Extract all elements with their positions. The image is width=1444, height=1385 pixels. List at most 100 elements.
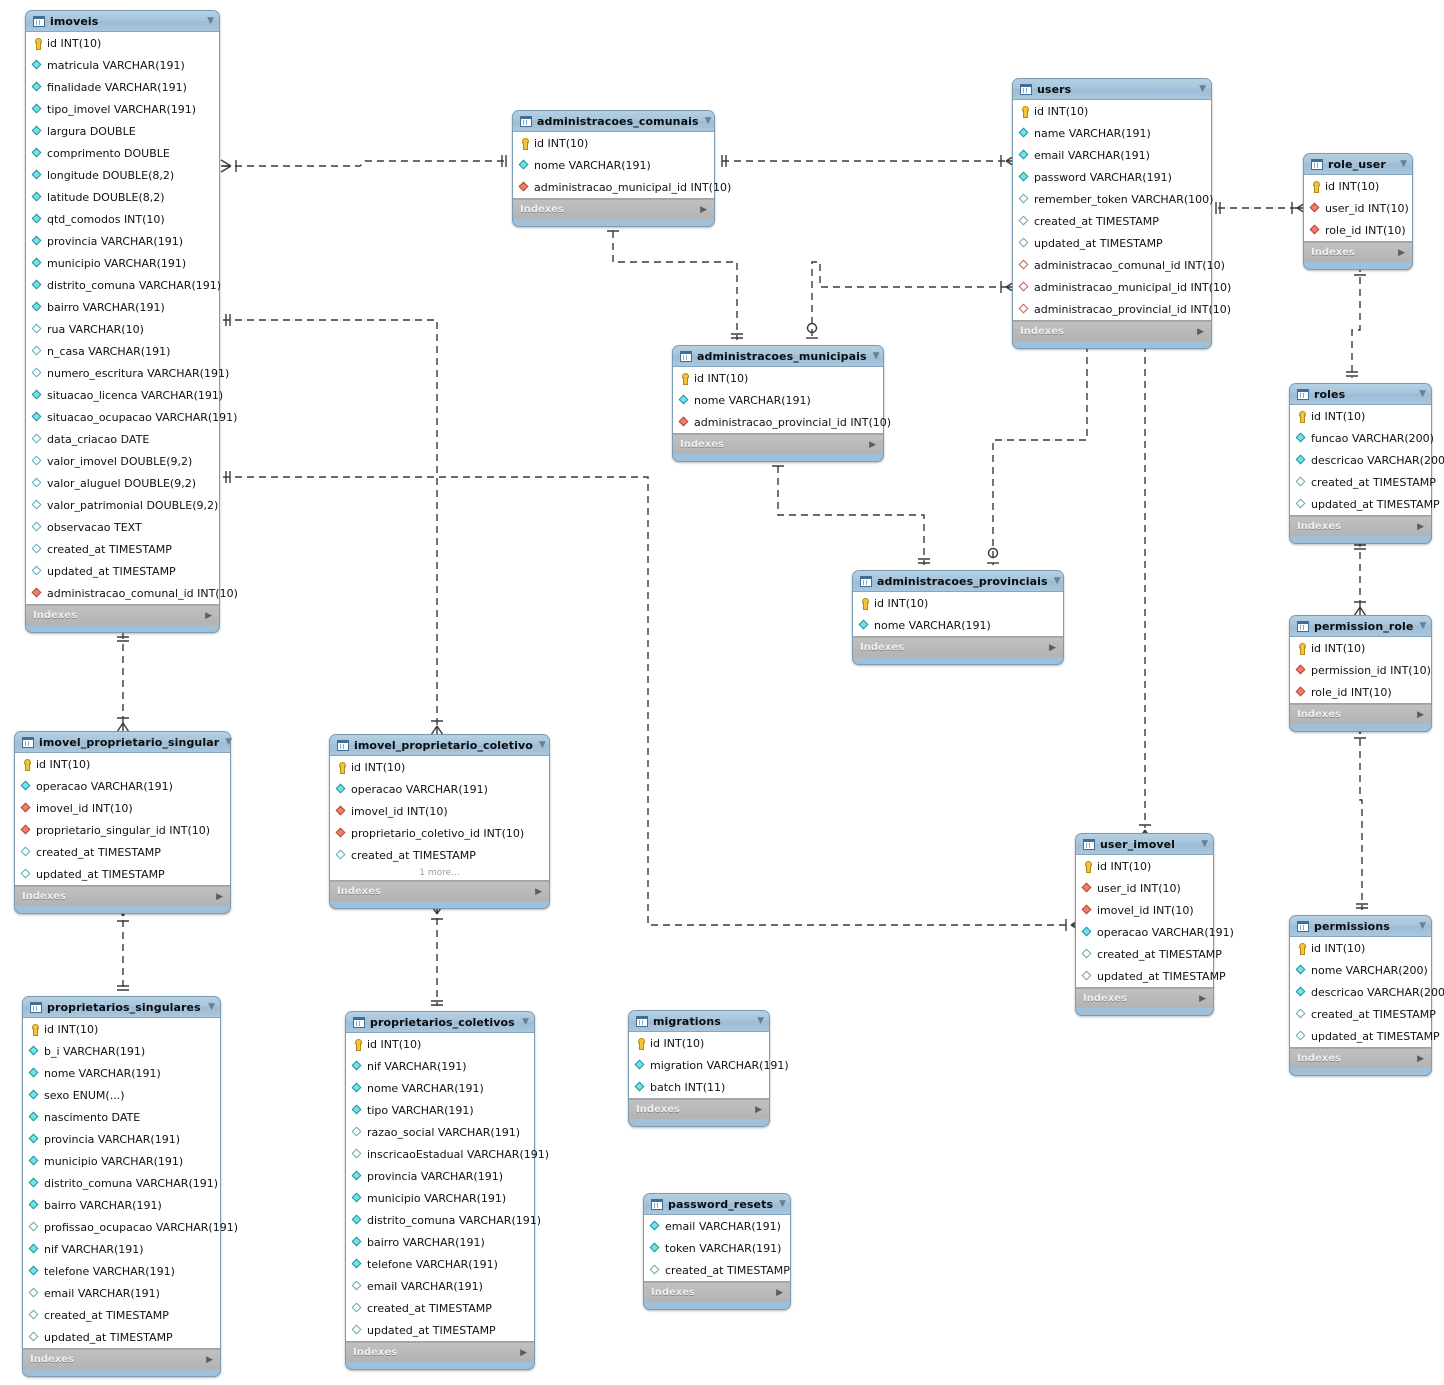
field-row[interactable]: id INT(10) xyxy=(1304,175,1412,197)
field-row[interactable]: email VARCHAR(191) xyxy=(644,1215,790,1237)
field-row[interactable]: b_i VARCHAR(191) xyxy=(23,1040,220,1062)
chevron-down-icon[interactable]: ▼ xyxy=(225,737,232,747)
chevron-down-icon[interactable]: ▼ xyxy=(539,740,546,750)
field-row[interactable]: nome VARCHAR(191) xyxy=(23,1062,220,1084)
chevron-down-icon[interactable]: ▼ xyxy=(1199,84,1206,94)
field-row[interactable]: created_at TIMESTAMP xyxy=(1290,471,1436,493)
field-row[interactable]: id INT(10) xyxy=(15,753,230,775)
chevron-down-icon[interactable]: ▼ xyxy=(1054,576,1061,586)
table-header-password_resets[interactable]: password_resets ▼ xyxy=(644,1194,790,1215)
expand-right-icon[interactable]: ▶ xyxy=(216,892,223,902)
field-row[interactable]: role_id INT(10) xyxy=(1304,219,1412,241)
table-header-proprietarios_singulares[interactable]: proprietarios_singulares ▼ xyxy=(23,997,220,1018)
field-row[interactable]: finalidade VARCHAR(191) xyxy=(26,76,219,98)
field-row[interactable]: administracao_provincial_id INT(10) xyxy=(673,411,891,433)
table-header-administracoes_municipais[interactable]: administracoes_municipais ▼ xyxy=(673,346,883,367)
field-row[interactable]: tipo_imovel VARCHAR(191) xyxy=(26,98,219,120)
indexes-section-migrations[interactable]: Indexes ▶ xyxy=(629,1099,769,1119)
field-row[interactable]: municipio VARCHAR(191) xyxy=(26,252,219,274)
chevron-down-icon[interactable]: ▼ xyxy=(522,1017,529,1027)
field-row[interactable]: sexo ENUM(...) xyxy=(23,1084,220,1106)
field-row[interactable]: remember_token VARCHAR(100) xyxy=(1013,188,1213,210)
field-row[interactable]: permission_id INT(10) xyxy=(1290,659,1431,681)
expand-right-icon[interactable]: ▶ xyxy=(776,1288,783,1298)
expand-right-icon[interactable]: ▶ xyxy=(755,1105,762,1115)
field-row[interactable]: administracao_municipal_id INT(10) xyxy=(513,176,731,198)
field-row[interactable]: nome VARCHAR(191) xyxy=(513,154,714,176)
field-row[interactable]: migration VARCHAR(191) xyxy=(629,1054,789,1076)
field-row[interactable]: created_at TIMESTAMP xyxy=(330,844,549,866)
table-users[interactable]: users ▼ id INT(10) name VARCHAR(191) email V… xyxy=(1012,78,1231,349)
field-row[interactable]: id INT(10) xyxy=(23,1018,220,1040)
field-row[interactable]: matricula VARCHAR(191) xyxy=(26,54,219,76)
expand-right-icon[interactable]: ▶ xyxy=(1417,1054,1424,1064)
field-row[interactable]: administracao_comunal_id INT(10) xyxy=(26,582,238,604)
expand-right-icon[interactable]: ▶ xyxy=(1417,710,1424,720)
field-row[interactable]: bairro VARCHAR(191) xyxy=(346,1231,534,1253)
expand-right-icon[interactable]: ▶ xyxy=(206,1355,213,1365)
chevron-down-icon[interactable]: ▼ xyxy=(1419,389,1426,399)
field-row[interactable]: latitude DOUBLE(8,2) xyxy=(26,186,219,208)
indexes-section-administracoes_municipais[interactable]: Indexes ▶ xyxy=(673,434,883,454)
field-row[interactable]: observacao TEXT xyxy=(26,516,219,538)
chevron-down-icon[interactable]: ▼ xyxy=(1201,839,1208,849)
field-row[interactable]: administracao_municipal_id INT(10) xyxy=(1013,276,1231,298)
field-row[interactable]: updated_at TIMESTAMP xyxy=(1013,232,1211,254)
field-row[interactable]: email VARCHAR(191) xyxy=(23,1282,220,1304)
table-administracoes_comunais[interactable]: administracoes_comunais ▼ id INT(10) nome V… xyxy=(512,110,731,227)
field-row[interactable]: nome VARCHAR(191) xyxy=(853,614,1063,636)
field-row[interactable]: id INT(10) xyxy=(26,32,219,54)
field-row[interactable]: updated_at TIMESTAMP xyxy=(1076,965,1226,987)
field-row[interactable]: updated_at TIMESTAMP xyxy=(26,560,219,582)
chevron-down-icon[interactable]: ▼ xyxy=(779,1199,786,1209)
table-imovel_proprietario_singular[interactable]: imovel_proprietario_singular ▼ id INT(10) o… xyxy=(14,731,232,914)
field-row[interactable]: created_at TIMESTAMP xyxy=(1076,943,1222,965)
field-row[interactable]: longitude DOUBLE(8,2) xyxy=(26,164,219,186)
expand-right-icon[interactable]: ▶ xyxy=(520,1348,527,1358)
table-user_imovel[interactable]: user_imovel ▼ id INT(10) user_id INT(10) imo… xyxy=(1075,833,1234,1016)
table-proprietarios_singulares[interactable]: proprietarios_singulares ▼ id INT(10) b_i V… xyxy=(22,996,238,1377)
table-permission_role[interactable]: permission_role ▼ id INT(10) permission_id … xyxy=(1289,615,1432,732)
field-row[interactable]: provincia VARCHAR(191) xyxy=(23,1128,220,1150)
indexes-section-proprietarios_singulares[interactable]: Indexes ▶ xyxy=(23,1349,220,1369)
field-row[interactable]: nif VARCHAR(191) xyxy=(23,1238,220,1260)
field-row[interactable]: operacao VARCHAR(191) xyxy=(330,778,549,800)
field-row[interactable]: created_at TIMESTAMP xyxy=(23,1304,220,1326)
table-header-permissions[interactable]: permissions ▼ xyxy=(1290,916,1431,937)
table-administracoes_municipais[interactable]: administracoes_municipais ▼ id INT(10) nome… xyxy=(672,345,891,462)
field-row[interactable]: situacao_licenca VARCHAR(191) xyxy=(26,384,223,406)
field-row[interactable]: id INT(10) xyxy=(1290,637,1431,659)
field-row[interactable]: largura DOUBLE xyxy=(26,120,219,142)
field-row[interactable]: administracao_comunal_id INT(10) xyxy=(1013,254,1225,276)
table-header-roles[interactable]: roles ▼ xyxy=(1290,384,1431,405)
indexes-section-user_imovel[interactable]: Indexes ▶ xyxy=(1076,988,1213,1008)
chevron-down-icon[interactable]: ▼ xyxy=(705,116,712,126)
field-row[interactable]: created_at TIMESTAMP xyxy=(346,1297,534,1319)
field-row[interactable]: provincia VARCHAR(191) xyxy=(26,230,219,252)
indexes-section-imoveis[interactable]: Indexes ▶ xyxy=(26,605,219,625)
field-row[interactable]: telefone VARCHAR(191) xyxy=(346,1253,534,1275)
expand-right-icon[interactable]: ▶ xyxy=(700,205,707,215)
expand-right-icon[interactable]: ▶ xyxy=(869,440,876,450)
field-row[interactable]: distrito_comuna VARCHAR(191) xyxy=(346,1209,541,1231)
field-row[interactable]: nome VARCHAR(191) xyxy=(673,389,883,411)
field-row[interactable]: batch INT(11) xyxy=(629,1076,769,1098)
field-row[interactable]: id INT(10) xyxy=(1290,405,1431,427)
field-row[interactable]: n_casa VARCHAR(191) xyxy=(26,340,219,362)
field-row[interactable]: updated_at TIMESTAMP xyxy=(23,1326,220,1348)
indexes-section-roles[interactable]: Indexes ▶ xyxy=(1290,516,1431,536)
field-row[interactable]: provincia VARCHAR(191) xyxy=(346,1165,534,1187)
indexes-section-administracoes_provinciais[interactable]: Indexes ▶ xyxy=(853,637,1063,657)
field-row[interactable]: user_id INT(10) xyxy=(1304,197,1412,219)
field-row[interactable]: bairro VARCHAR(191) xyxy=(23,1194,220,1216)
field-row[interactable]: created_at TIMESTAMP xyxy=(644,1259,790,1281)
field-row[interactable]: municipio VARCHAR(191) xyxy=(23,1150,220,1172)
expand-right-icon[interactable]: ▶ xyxy=(535,887,542,897)
field-row[interactable]: id INT(10) xyxy=(853,592,1063,614)
field-row[interactable]: role_id INT(10) xyxy=(1290,681,1431,703)
table-header-users[interactable]: users ▼ xyxy=(1013,79,1211,100)
field-row[interactable]: funcao VARCHAR(200) xyxy=(1290,427,1434,449)
field-row[interactable]: valor_patrimonial DOUBLE(9,2) xyxy=(26,494,219,516)
table-header-user_imovel[interactable]: user_imovel ▼ xyxy=(1076,834,1213,855)
field-row[interactable]: descricao VARCHAR(200) xyxy=(1290,981,1444,1003)
